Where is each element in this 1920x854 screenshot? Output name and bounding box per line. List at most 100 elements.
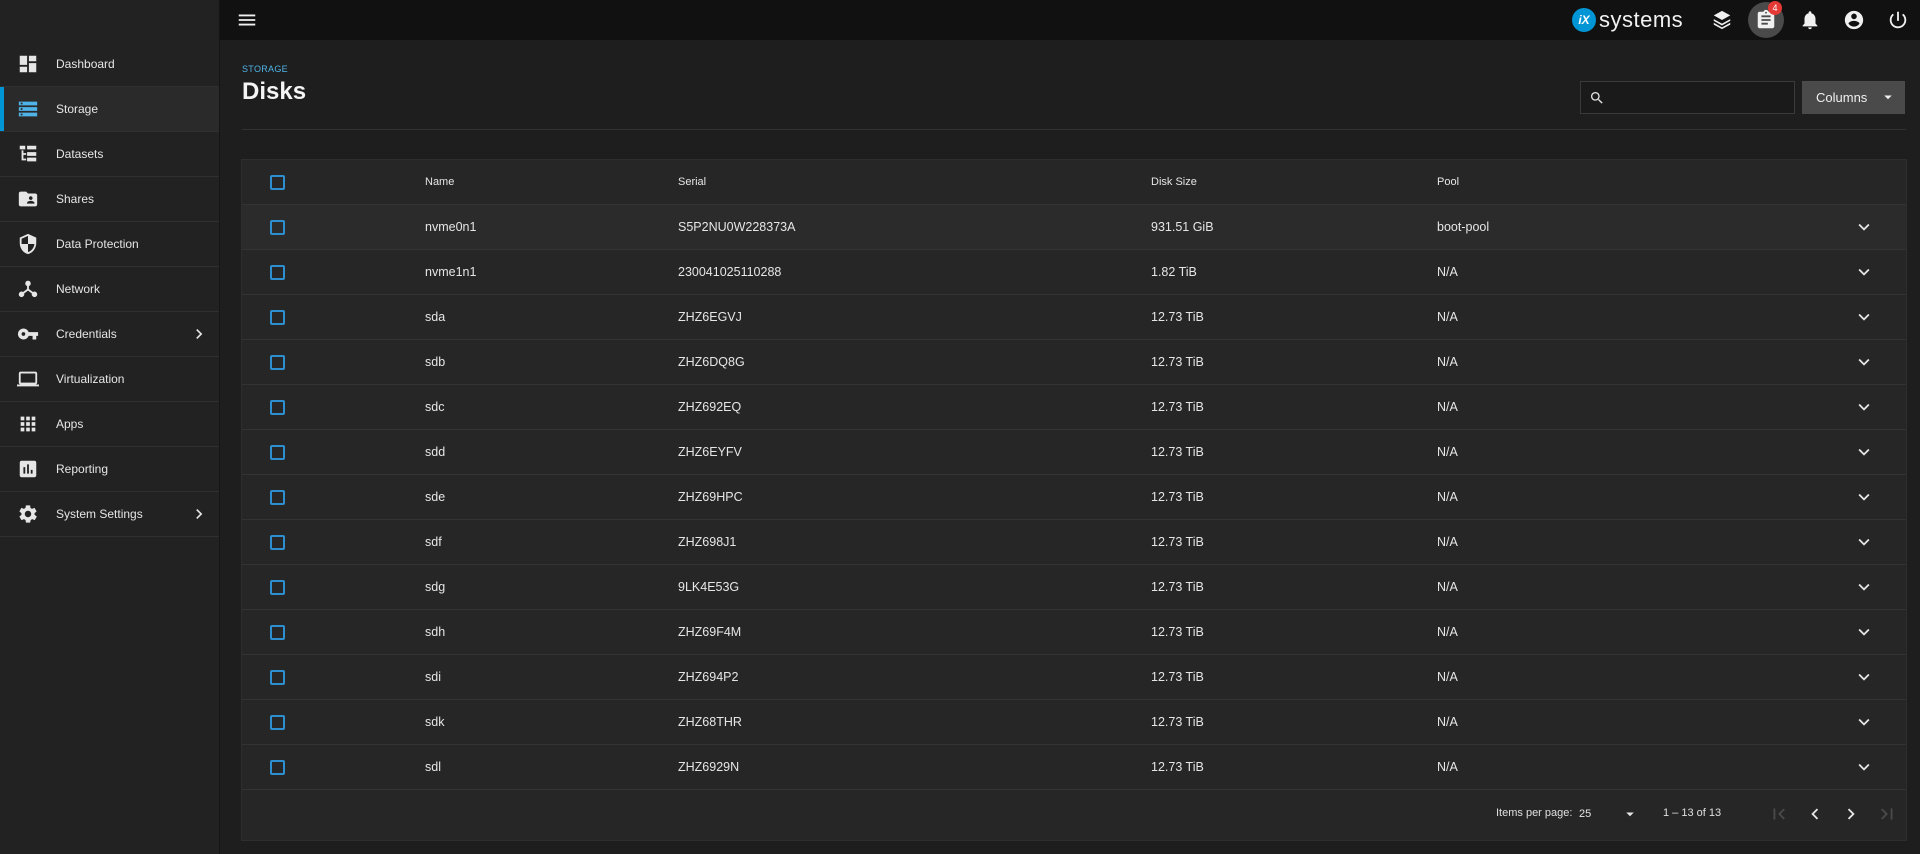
table-row[interactable]: sdh ZHZ69F4M 12.73 TiB N/A [242,610,1906,655]
table-row[interactable]: sdk ZHZ68THR 12.73 TiB N/A [242,700,1906,745]
shares-icon [0,188,56,210]
account-button[interactable] [1832,0,1876,40]
columns-button[interactable]: Columns [1802,81,1905,114]
table-row[interactable]: sdb ZHZ6DQ8G 12.73 TiB N/A [242,340,1906,385]
sidebar-item-system-settings[interactable]: System Settings [0,492,219,537]
column-header-name[interactable]: Name [425,176,454,188]
sidebar-item-apps[interactable]: Apps [0,402,219,447]
disk-size: 12.73 TiB [1151,670,1204,684]
row-checkbox[interactable] [269,489,285,505]
expand-row-button[interactable] [1852,755,1876,779]
expand-row-button[interactable] [1852,260,1876,284]
disk-size: 931.51 GiB [1151,220,1214,234]
expand-row-button[interactable] [1852,530,1876,554]
row-checkbox[interactable] [269,309,285,325]
expand-row-button[interactable] [1852,485,1876,509]
disk-serial: ZHZ68THR [678,715,742,729]
expand-row-button[interactable] [1852,215,1876,239]
disk-size: 12.73 TiB [1151,760,1204,774]
dashboard-icon [0,53,56,75]
expand-row-button[interactable] [1852,440,1876,464]
table-row[interactable]: sdc ZHZ692EQ 12.73 TiB N/A [242,385,1906,430]
column-header-disk-size[interactable]: Disk Size [1151,176,1197,188]
disk-serial: ZHZ6929N [678,760,740,774]
sidebar-item-label: Apps [56,417,84,431]
table-row[interactable]: sdd ZHZ6EYFV 12.73 TiB N/A [242,430,1906,475]
last-page-button[interactable] [1872,799,1902,829]
row-checkbox[interactable] [269,579,285,595]
sidebar-item-label: Reporting [56,462,109,476]
disk-pool: N/A [1437,490,1458,504]
table-row[interactable]: sdl ZHZ6929N 12.73 TiB N/A [242,745,1906,790]
row-select-cell [242,219,312,235]
disk-serial: ZHZ69F4M [678,625,742,639]
row-checkbox[interactable] [269,354,285,370]
row-checkbox[interactable] [269,219,285,235]
row-checkbox[interactable] [269,759,285,775]
table-row[interactable]: sdi ZHZ694P2 12.73 TiB N/A [242,655,1906,700]
task-manager-button[interactable]: 4 [1744,0,1788,40]
table-row[interactable]: sdf ZHZ698J1 12.73 TiB N/A [242,520,1906,565]
expand-row-button[interactable] [1852,620,1876,644]
first-page-button[interactable] [1764,799,1794,829]
expand-row-button[interactable] [1852,395,1876,419]
previous-page-button[interactable] [1800,799,1830,829]
sidebar-item-reporting[interactable]: Reporting [0,447,219,492]
disk-serial: S5P2NU0W228373A [678,220,796,234]
row-checkbox[interactable] [269,444,285,460]
app-root: Dashboard Storage Datasets Shares Data Prote… [0,0,1920,854]
brand-logo[interactable]: iX systems [1572,5,1683,35]
chevron-down-icon [1858,493,1870,501]
table-row[interactable]: sdg 9LK4E53G 12.73 TiB N/A [242,565,1906,610]
breadcrumb[interactable]: STORAGE [242,64,1906,74]
expand-row-button[interactable] [1852,575,1876,599]
row-select-cell [242,759,312,775]
row-checkbox[interactable] [269,624,285,640]
alerts-button[interactable] [1788,0,1832,40]
column-header-pool[interactable]: Pool [1437,176,1459,188]
expand-row-button[interactable] [1852,350,1876,374]
menu-toggle-button[interactable] [220,0,274,40]
task-count-badge: 4 [1768,1,1782,15]
table-header-row: Name Serial Disk Size Pool [242,160,1906,205]
sidebar-item-shares[interactable]: Shares [0,177,219,222]
disk-size: 12.73 TiB [1151,445,1204,459]
sidebar-item-data-protection[interactable]: Data Protection [0,222,219,267]
expand-row-button[interactable] [1852,710,1876,734]
expand-row-button[interactable] [1852,665,1876,689]
chevron-down-icon [1858,583,1870,591]
sidebar-item-datasets[interactable]: Datasets [0,132,219,177]
sidebar-item-network[interactable]: Network [0,267,219,312]
table-row[interactable]: sda ZHZ6EGVJ 12.73 TiB N/A [242,295,1906,340]
select-all-checkbox[interactable] [269,174,285,190]
disk-pool: N/A [1437,310,1458,324]
expand-row-button[interactable] [1852,305,1876,329]
next-page-button[interactable] [1836,799,1866,829]
table-row[interactable]: sde ZHZ69HPC 12.73 TiB N/A [242,475,1906,520]
brand-text: systems [1599,7,1684,32]
row-checkbox[interactable] [269,399,285,415]
column-header-serial[interactable]: Serial [678,176,706,188]
row-checkbox[interactable] [269,669,285,685]
row-checkbox[interactable] [269,534,285,550]
row-checkbox[interactable] [269,714,285,730]
disk-pool: N/A [1437,355,1458,369]
table-row[interactable]: nvme0n1 S5P2NU0W228373A 931.51 GiB boot-poo… [242,205,1906,250]
search-input[interactable] [1613,82,1794,113]
select-all-cell [242,174,312,190]
disk-size: 1.82 TiB [1151,265,1197,279]
chevron-down-icon [1858,223,1870,231]
first-page-icon [1773,808,1785,820]
chevron-down-icon [1858,718,1870,726]
sidebar-item-storage[interactable]: Storage [0,87,219,132]
sidebar-item-credentials[interactable]: Credentials [0,312,219,357]
items-per-page-select[interactable]: 25 [1579,803,1639,825]
table-row[interactable]: nvme1n1 230041025110288 1.82 TiB N/A [242,250,1906,295]
sidebar-item-virtualization[interactable]: Virtualization [0,357,219,402]
truecommand-button[interactable] [1700,0,1744,40]
search-icon [1591,91,1603,104]
power-button[interactable] [1876,0,1920,40]
sidebar-item-dashboard[interactable]: Dashboard [0,42,219,87]
row-checkbox[interactable] [269,264,285,280]
disk-size: 12.73 TiB [1151,535,1204,549]
